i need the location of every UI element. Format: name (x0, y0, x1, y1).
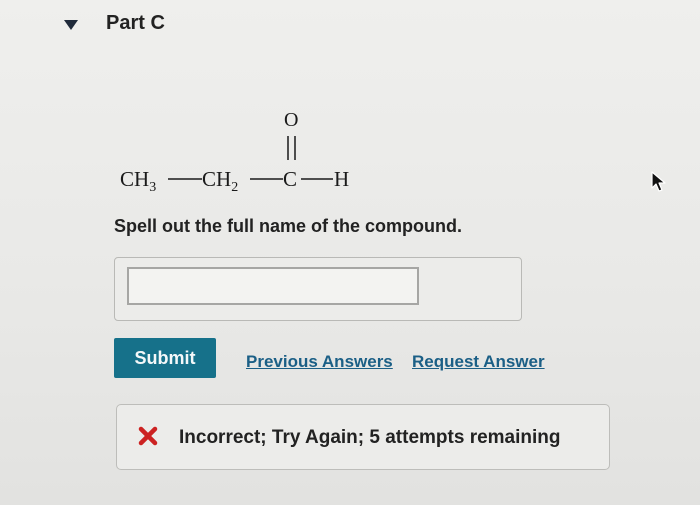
hydrogen-atom: H (334, 167, 349, 191)
carbonyl-carbon: C (283, 167, 297, 191)
mouse-pointer-icon (651, 171, 666, 192)
collapse-caret-icon[interactable] (64, 19, 78, 30)
answer-input[interactable] (127, 267, 419, 305)
request-answer-link[interactable]: Request Answer (412, 352, 545, 372)
previous-answers-link[interactable]: Previous Answers (246, 352, 393, 372)
structural-formula: O CH3 CH2 C H (120, 100, 400, 200)
methylene-group: CH2 (202, 167, 238, 195)
feedback-text: Incorrect; Try Again; 5 attempts remaini… (179, 427, 561, 448)
submit-button[interactable]: Submit (114, 338, 216, 378)
answer-panel (114, 257, 522, 321)
x-icon (138, 426, 158, 446)
methyl-group: CH3 (120, 167, 156, 195)
part-title: Part C (106, 12, 165, 34)
part-header[interactable]: Part C (64, 12, 165, 35)
question-prompt: Spell out the full name of the compound. (114, 216, 462, 236)
oxygen-atom: O (284, 109, 298, 131)
feedback-box: Incorrect; Try Again; 5 attempts remaini… (116, 404, 610, 470)
